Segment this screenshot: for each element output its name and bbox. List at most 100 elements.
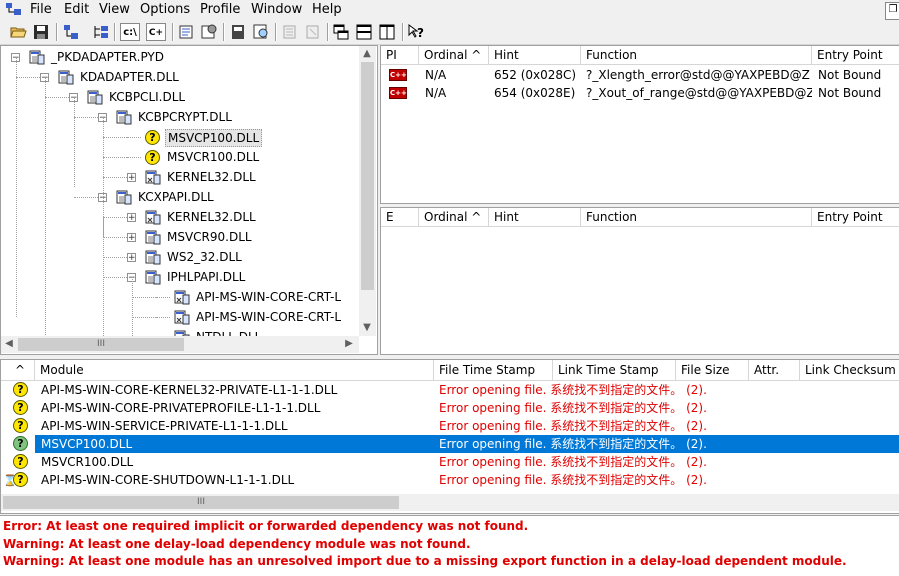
tree-node[interactable]: + MSVCR90.DLL [1, 228, 359, 246]
module-row[interactable]: ? API-MS-WIN-CORE-KERNEL32-PRIVATE-L1-1-1… [1, 381, 899, 399]
open-icon[interactable] [9, 23, 27, 41]
tree-node[interactable]: − KCXPAPI.DLL [1, 188, 359, 206]
module-row[interactable]: ? API-MS-WIN-CORE-PRIVATEPROFILE-L1-1-1.D… [1, 399, 899, 417]
tile-horizontal-icon[interactable] [355, 23, 373, 41]
tree-node[interactable]: + KERNEL32.DLL [1, 168, 359, 186]
menu-help[interactable]: Help [312, 2, 342, 17]
tree-node-label: KERNEL32.DLL [167, 210, 256, 224]
modules-col-attr[interactable]: Attr. [749, 360, 800, 380]
module-name: API-MS-WIN-SERVICE-PRIVATE-L1-1-1.DLL [41, 419, 288, 433]
decorate-functions-icon[interactable] [178, 23, 196, 41]
tree-node[interactable]: NTDLL.DLL [1, 328, 359, 336]
modules-col-sort[interactable]: ^ [1, 360, 35, 380]
tree-connector [103, 277, 127, 278]
menu-edit[interactable]: Edit [64, 2, 89, 17]
module-row[interactable]: ? MSVCP100.DLL Error opening file. 系统找不到指定… [13, 435, 899, 453]
module-status: Error opening file. 系统找不到指定的文件。 (2). [439, 455, 707, 469]
missing-module-icon: ? [13, 382, 28, 397]
help-icon[interactable]: ? [407, 23, 425, 41]
menu-profile[interactable]: Profile [200, 2, 240, 17]
full-paths-text-button[interactable]: c:\ [120, 23, 140, 41]
exports-col-function[interactable]: Function [581, 208, 812, 226]
configure-icon[interactable] [304, 23, 322, 41]
tree-node-label: IPHLPAPI.DLL [167, 270, 246, 284]
exports-col-hint[interactable]: Hint [489, 208, 581, 226]
modules-col-link-checksum[interactable]: Link Checksum [800, 360, 899, 380]
import-ordinal: N/A [425, 68, 447, 82]
tree-node[interactable]: − KCBPCLI.DLL [1, 88, 359, 106]
imports-col-function[interactable]: Function [581, 46, 812, 64]
menu-options[interactable]: Options [140, 2, 190, 17]
tree-connector [103, 257, 127, 258]
imports-col-pi[interactable]: PI [381, 46, 419, 64]
module-list-horizontal-scrollbar[interactable]: III [1, 494, 899, 511]
tree-node[interactable]: + WS2_32.DLL [1, 248, 359, 266]
menu-view[interactable]: View [99, 2, 130, 17]
exports-col-entry-point[interactable]: Entry Point [812, 208, 899, 226]
import-row[interactable]: C++ N/A 654 (0x028E) ?_Xout_of_range@std@@Y… [381, 84, 899, 102]
tree-connector [16, 77, 40, 78]
missing-module-icon: ? [13, 472, 28, 487]
save-icon[interactable] [32, 23, 50, 41]
tree-guide-line [45, 77, 46, 336]
full-paths-icon[interactable] [92, 23, 110, 41]
tree-node[interactable]: ? MSVCP100.DLL [1, 128, 359, 147]
tree-horizontal-scrollbar[interactable]: ◀ III ▶ [1, 336, 359, 353]
tree-node-label: API-MS-WIN-CORE-CRT-L [196, 290, 342, 304]
tree-connector [103, 237, 127, 238]
imports-col-entry-point[interactable]: Entry Point [812, 46, 899, 64]
tree-node[interactable]: − KCBPCRYPT.DLL [1, 108, 359, 126]
tile-vertical-icon[interactable] [378, 23, 396, 41]
tree-node-label: MSVCP100.DLL [165, 129, 263, 147]
imports-col-ordinal[interactable]: Ordinal ^ [419, 46, 489, 64]
tree-connector [103, 137, 127, 138]
tree-node-label: WS2_32.DLL [167, 250, 242, 264]
tree-node[interactable]: ? MSVCR100.DLL [1, 148, 359, 166]
module-name: API-MS-WIN-CORE-PRIVATEPROFILE-L1-1-1.DL… [41, 401, 321, 415]
tree-node[interactable]: + KERNEL32.DLL [1, 208, 359, 226]
module-row[interactable]: ? API-MS-WIN-SERVICE-PRIVATE-L1-1-1.DLL Er… [1, 417, 899, 435]
expand-icon[interactable]: + [127, 173, 136, 183]
exports-col-ordinal[interactable]: Ordinal ^ [419, 208, 489, 226]
modules-col-file-size[interactable]: File Size [676, 360, 749, 380]
menu-file[interactable]: File [30, 2, 52, 17]
expand-icon[interactable]: + [127, 233, 136, 243]
module-tree-icon[interactable] [62, 23, 80, 41]
module-status: Error opening file. 系统找不到指定的文件。 (2). [439, 419, 707, 433]
import-hint: 652 (0x028C) [494, 68, 577, 82]
copy-icon[interactable] [229, 23, 247, 41]
import-row[interactable]: C++ N/A 652 (0x028C) ?_Xlength_error@std@@Y… [381, 66, 899, 84]
tree-node[interactable]: − KDADAPTER.DLL [1, 68, 359, 86]
undecorate-cpp-button[interactable]: C+ [146, 23, 166, 41]
expand-icon[interactable]: + [127, 253, 136, 263]
app-icon[interactable] [6, 3, 22, 17]
tree-node[interactable]: API-MS-WIN-CORE-CRT-L [1, 288, 359, 306]
imports-rows: C++ N/A 652 (0x028C) ?_Xlength_error@std@@Y… [381, 66, 899, 196]
module-list-panel: ^ Module File Time Stamp Link Time Stamp… [0, 359, 899, 514]
expand-all-icon[interactable] [281, 23, 299, 41]
menu-window[interactable]: Window [251, 2, 302, 17]
modules-col-file-time-stamp[interactable]: File Time Stamp [434, 360, 553, 380]
exports-col-e[interactable]: E [381, 208, 419, 226]
tree-node[interactable]: − _PKDADAPTER.PYD [1, 48, 359, 66]
find-icon[interactable] [252, 23, 270, 41]
cascade-icon[interactable] [332, 23, 350, 41]
module-list-header: ^ Module File Time Stamp Link Time Stamp… [1, 360, 899, 381]
tree-vertical-scrollbar[interactable]: ▲ ▼ [359, 46, 376, 336]
missing-module-icon: ? [13, 418, 28, 433]
expand-icon[interactable]: + [127, 213, 136, 223]
module-row[interactable]: ? MSVCR100.DLL Error opening file. 系统找不到指定… [1, 453, 899, 471]
module-status: Error opening file. 系统找不到指定的文件。 (2). [439, 473, 707, 487]
tree-node[interactable]: − IPHLPAPI.DLL [1, 268, 359, 286]
tree-connector [132, 317, 156, 318]
import-hint: 654 (0x028E) [494, 86, 576, 100]
properties-icon[interactable] [200, 23, 218, 41]
modules-col-link-time-stamp[interactable]: Link Time Stamp [553, 360, 676, 380]
module-tree-panel: − _PKDADAPTER.PYD − KDADAPTER.DLL − KCBPCLI.D… [0, 45, 378, 355]
tree-node[interactable]: API-MS-WIN-CORE-CRT-L [1, 308, 359, 326]
modules-col-module[interactable]: Module [35, 360, 434, 380]
missing-module-selected-icon: ? [13, 436, 28, 451]
imports-col-hint[interactable]: Hint [489, 46, 581, 64]
module-row[interactable]: ⌛? API-MS-WIN-CORE-SHUTDOWN-L1-1-1.DLL Err… [1, 471, 899, 489]
restore-window-icon[interactable]: ❐ [885, 2, 899, 20]
